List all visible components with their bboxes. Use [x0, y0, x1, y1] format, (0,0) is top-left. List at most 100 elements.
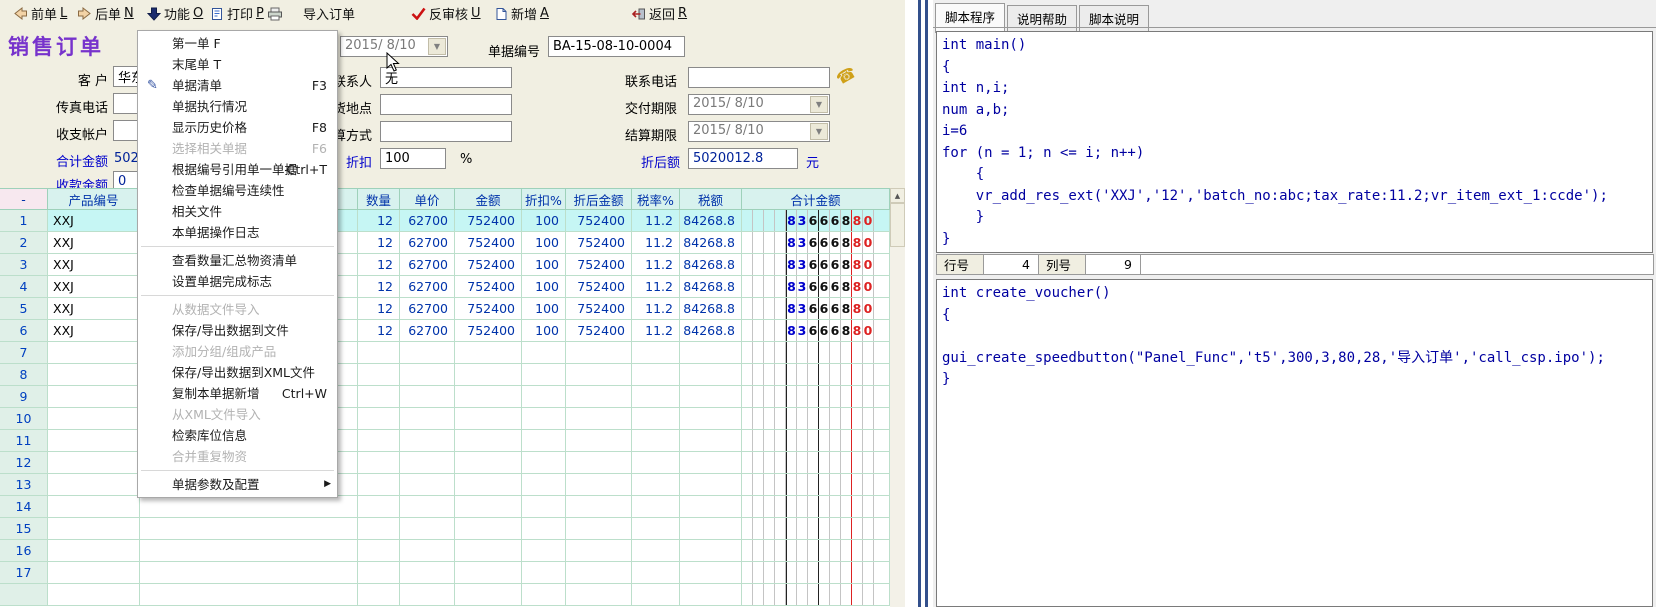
- quantity-cell[interactable]: [358, 474, 400, 496]
- row-number[interactable]: 5: [0, 298, 48, 320]
- tax-rate-cell[interactable]: [632, 540, 680, 562]
- amount-cell[interactable]: 752400: [455, 254, 522, 276]
- total-amount-cell[interactable]: [742, 540, 890, 562]
- tax-cell[interactable]: [680, 474, 742, 496]
- menu-item[interactable]: 显示历史价格F8: [138, 117, 337, 138]
- unit-price-cell[interactable]: 62700: [400, 254, 455, 276]
- chevron-down-icon[interactable]: ▼: [810, 96, 828, 113]
- row-number[interactable]: [0, 584, 48, 606]
- quantity-cell[interactable]: [358, 430, 400, 452]
- discounted-amount-cell[interactable]: [566, 430, 632, 452]
- tax-cell[interactable]: 84268.8: [680, 320, 742, 342]
- menu-item[interactable]: 检索库位信息: [138, 425, 337, 446]
- tax-rate-cell[interactable]: 11.2: [632, 254, 680, 276]
- chevron-down-icon[interactable]: ▼: [810, 123, 828, 140]
- row-number[interactable]: 11: [0, 430, 48, 452]
- discounted-amount-cell[interactable]: 752400: [566, 320, 632, 342]
- quantity-cell[interactable]: [358, 364, 400, 386]
- tax-rate-cell[interactable]: 11.2: [632, 320, 680, 342]
- script-editor-main[interactable]: int main(){int n,i;num a,b;i=6for (n = 1…: [936, 31, 1653, 253]
- quantity-cell[interactable]: [358, 584, 400, 606]
- settle-method-input[interactable]: [380, 121, 512, 142]
- tax-cell[interactable]: [680, 518, 742, 540]
- discount-cell[interactable]: [522, 364, 566, 386]
- quantity-cell[interactable]: [358, 408, 400, 430]
- total-amount-cell[interactable]: [742, 430, 890, 452]
- amount-cell[interactable]: [455, 386, 522, 408]
- discount-cell[interactable]: [522, 584, 566, 606]
- phone-icon[interactable]: ☎: [833, 62, 860, 88]
- discount-cell[interactable]: [522, 518, 566, 540]
- menu-item[interactable]: 复制本单据新增Ctrl+W: [138, 383, 337, 404]
- menu-item[interactable]: 设置单据完成标志: [138, 271, 337, 292]
- row-number[interactable]: 2: [0, 232, 48, 254]
- product-code-cell[interactable]: XXJ: [48, 298, 140, 320]
- amount-cell[interactable]: [455, 540, 522, 562]
- discount-cell[interactable]: 100: [522, 232, 566, 254]
- product-code-cell[interactable]: [48, 342, 140, 364]
- tax-rate-cell[interactable]: 11.2: [632, 210, 680, 232]
- row-number[interactable]: 16: [0, 540, 48, 562]
- quantity-cell[interactable]: 12: [358, 320, 400, 342]
- amount-cell[interactable]: [455, 452, 522, 474]
- discount-cell[interactable]: [522, 342, 566, 364]
- function-menu-button[interactable]: 功能O: [144, 3, 206, 24]
- menu-item[interactable]: 查看数量汇总物资清单: [138, 250, 337, 271]
- amount-cell[interactable]: [455, 518, 522, 540]
- unapprove-button[interactable]: 反审核U: [408, 3, 484, 24]
- menu-item[interactable]: 单据清单✎F3: [138, 75, 337, 96]
- tax-cell[interactable]: [680, 496, 742, 518]
- hidden-columns-cell[interactable]: [140, 540, 358, 562]
- scroll-up-icon[interactable]: ▲: [890, 188, 905, 203]
- quantity-cell[interactable]: 12: [358, 276, 400, 298]
- quantity-cell[interactable]: 12: [358, 232, 400, 254]
- unit-price-cell[interactable]: [400, 518, 455, 540]
- product-code-cell[interactable]: [48, 474, 140, 496]
- unit-price-cell[interactable]: 62700: [400, 276, 455, 298]
- total-amount-cell[interactable]: 83666880: [742, 232, 890, 254]
- phone-input[interactable]: [688, 67, 830, 88]
- tax-cell[interactable]: 84268.8: [680, 276, 742, 298]
- add-new-button[interactable]: 新增A: [492, 3, 552, 24]
- total-amount-cell[interactable]: [742, 386, 890, 408]
- unit-price-cell[interactable]: 62700: [400, 320, 455, 342]
- product-code-cell[interactable]: [48, 430, 140, 452]
- row-number[interactable]: 9: [0, 386, 48, 408]
- tax-cell[interactable]: [680, 562, 742, 584]
- discounted-amount-cell[interactable]: [566, 408, 632, 430]
- tax-rate-cell[interactable]: [632, 452, 680, 474]
- tax-cell[interactable]: 84268.8: [680, 254, 742, 276]
- menu-item[interactable]: 本单据操作日志: [138, 222, 337, 243]
- discounted-amount-cell[interactable]: [566, 562, 632, 584]
- tax-rate-cell[interactable]: 11.2: [632, 298, 680, 320]
- table-scrollbar[interactable]: ▲: [890, 188, 905, 607]
- discounted-amount-input[interactable]: [688, 148, 798, 169]
- total-amount-cell[interactable]: [742, 342, 890, 364]
- delivery-place-input[interactable]: [380, 94, 512, 115]
- unit-price-cell[interactable]: [400, 364, 455, 386]
- panel-splitter[interactable]: [905, 0, 933, 607]
- tax-cell[interactable]: [680, 408, 742, 430]
- unit-price-cell[interactable]: [400, 386, 455, 408]
- unit-price-cell[interactable]: [400, 474, 455, 496]
- discounted-amount-cell[interactable]: [566, 342, 632, 364]
- total-amount-cell[interactable]: [742, 496, 890, 518]
- menu-item[interactable]: 单据参数及配置▶: [138, 474, 337, 495]
- discount-cell[interactable]: 100: [522, 210, 566, 232]
- unit-price-cell[interactable]: [400, 408, 455, 430]
- product-code-cell[interactable]: XXJ: [48, 276, 140, 298]
- discounted-amount-cell[interactable]: 752400: [566, 254, 632, 276]
- tax-cell[interactable]: [680, 540, 742, 562]
- import-order-button[interactable]: 导入订单: [300, 3, 358, 24]
- product-code-cell[interactable]: [48, 518, 140, 540]
- discount-cell[interactable]: [522, 496, 566, 518]
- quantity-cell[interactable]: [358, 562, 400, 584]
- product-code-cell[interactable]: [48, 496, 140, 518]
- quantity-cell[interactable]: [358, 386, 400, 408]
- tax-rate-cell[interactable]: [632, 474, 680, 496]
- tax-rate-cell[interactable]: [632, 364, 680, 386]
- row-number[interactable]: 14: [0, 496, 48, 518]
- unit-price-cell[interactable]: 62700: [400, 210, 455, 232]
- unit-price-cell[interactable]: [400, 584, 455, 606]
- quantity-cell[interactable]: [358, 518, 400, 540]
